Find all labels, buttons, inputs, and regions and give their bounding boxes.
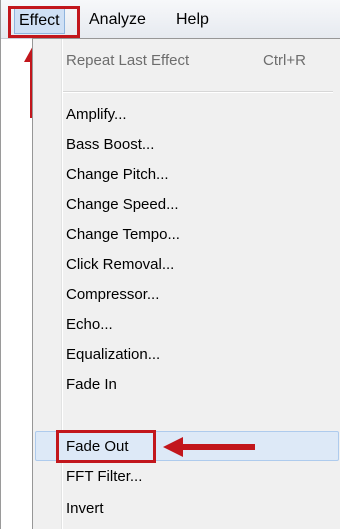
- red-arrow-left-icon: [163, 437, 255, 457]
- menu-item-bass-boost[interactable]: Bass Boost...: [66, 130, 154, 160]
- menu-item-change-speed[interactable]: Change Speed...: [66, 190, 179, 220]
- effect-annotation-box: [8, 6, 80, 38]
- shortcut-ctrl-r: Ctrl+R: [263, 52, 306, 69]
- menu-separator: [63, 91, 333, 93]
- menu-item-equalization[interactable]: Equalization...: [66, 340, 160, 370]
- screen: Effect Analyze Help Repeat Last Effect C…: [0, 0, 340, 529]
- menu-item-change-tempo[interactable]: Change Tempo...: [66, 220, 180, 250]
- fade-out-annotation-box: [56, 430, 156, 463]
- menu-help[interactable]: Help: [172, 8, 213, 32]
- menu-item-repeat-last-effect: Repeat Last Effect: [66, 52, 190, 69]
- menu-item-click-removal[interactable]: Click Removal...: [66, 250, 174, 280]
- menu-item-change-pitch[interactable]: Change Pitch...: [66, 160, 169, 190]
- menu-item-echo[interactable]: Echo...: [66, 310, 113, 340]
- menu-analyze[interactable]: Analyze: [85, 8, 150, 32]
- menu-item-amplify[interactable]: Amplify...: [66, 100, 127, 130]
- menu-item-fft-filter[interactable]: FFT Filter...: [66, 462, 142, 492]
- menu-item-invert[interactable]: Invert: [66, 494, 104, 524]
- menu-item-compressor[interactable]: Compressor...: [66, 280, 159, 310]
- menu-item-fade-in[interactable]: Fade In: [66, 370, 117, 400]
